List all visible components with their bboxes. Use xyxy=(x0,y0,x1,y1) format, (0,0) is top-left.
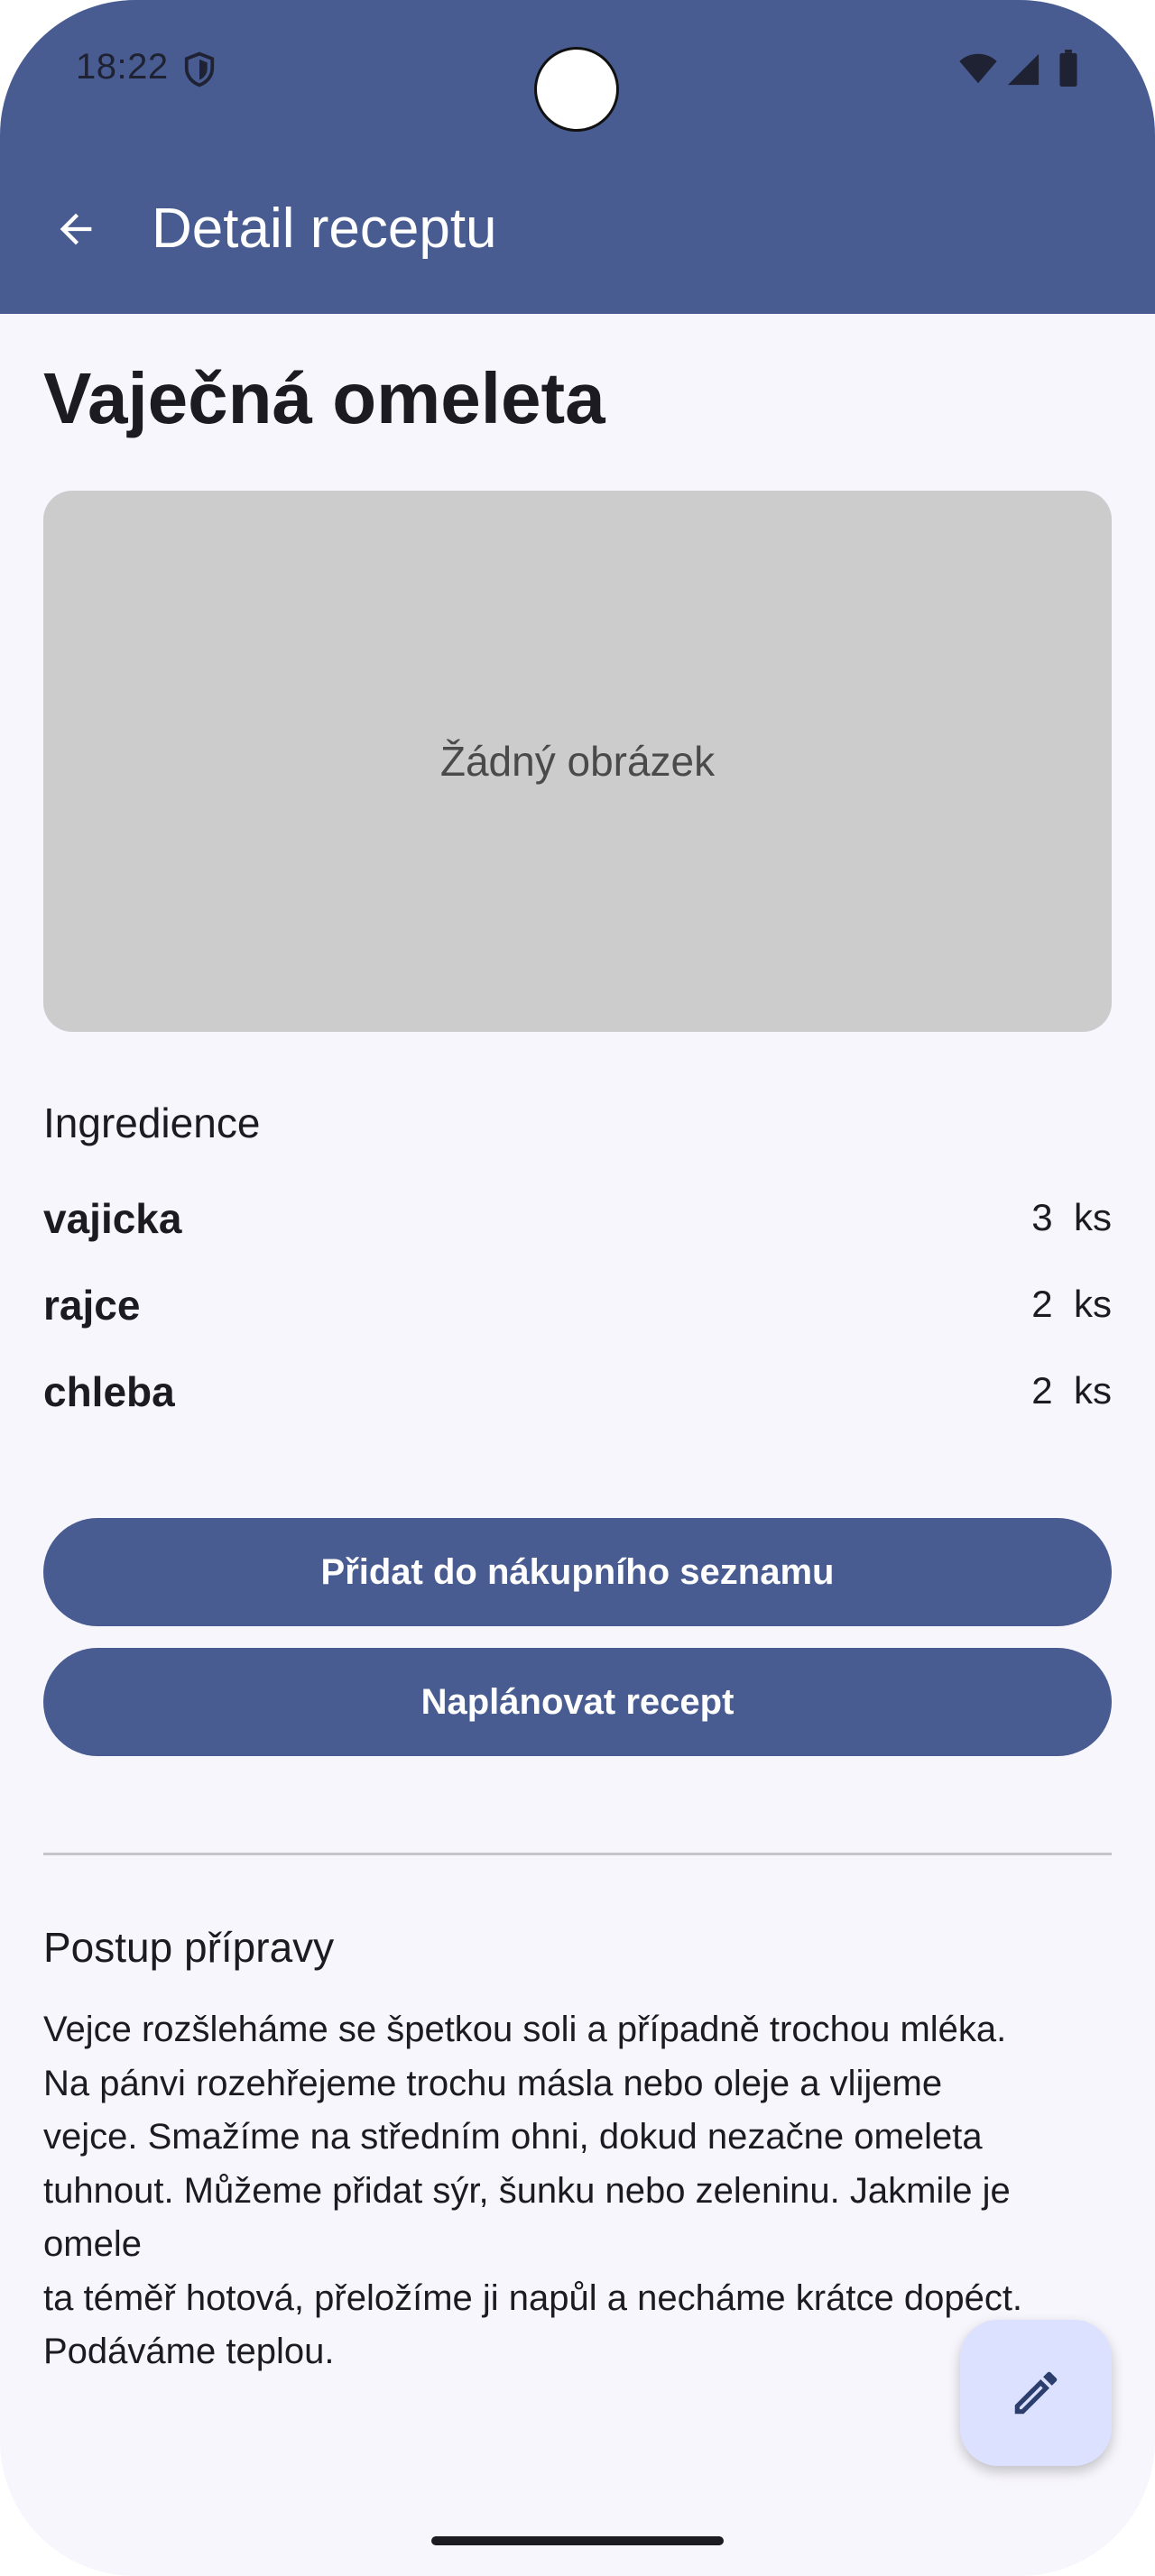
back-button[interactable] xyxy=(36,189,116,269)
status-bar: 18:22 xyxy=(0,0,1155,144)
add-to-shopping-list-button[interactable]: Přidat do nákupního seznamu xyxy=(43,1518,1112,1626)
gesture-nav-bar[interactable] xyxy=(431,2536,724,2545)
ingredient-amount: 3 xyxy=(1031,1196,1053,1238)
ingredient-row: vajicka 3 ks xyxy=(43,1194,1112,1257)
ingredient-row: chleba 2 ks xyxy=(43,1367,1112,1431)
top-app-bar: Detail receptu xyxy=(0,144,1155,314)
ingredient-quantity: 3 ks xyxy=(1031,1196,1112,1239)
recipe-title: Vaječná omeleta xyxy=(43,358,605,438)
recipe-image-placeholder: Žádný obrázek xyxy=(43,491,1112,1032)
shield-icon xyxy=(184,51,215,87)
phone-screen: 18:22 Detail receptu Vaječná omeleta Žád xyxy=(0,0,1155,2576)
battery-icon xyxy=(1059,50,1077,87)
ingredient-row: rajce 2 ks xyxy=(43,1281,1112,1344)
ingredient-amount: 2 xyxy=(1031,1369,1053,1412)
ingredients-heading: Ingredience xyxy=(43,1099,261,1146)
ingredient-amount: 2 xyxy=(1031,1283,1053,1325)
wifi-icon xyxy=(959,53,997,84)
preparation-steps-text: Vejce rozšleháme se špetkou soli a přípa… xyxy=(43,2010,1023,2371)
edit-recipe-fab[interactable] xyxy=(960,2320,1112,2466)
no-image-label: Žádný obrázek xyxy=(439,738,716,785)
edit-pencil-icon xyxy=(1014,2371,1058,2415)
front-camera xyxy=(534,47,619,132)
ingredient-name: rajce xyxy=(43,1282,141,1329)
preparation-heading: Postup přípravy xyxy=(43,1924,335,1971)
ingredient-unit: ks xyxy=(1074,1369,1112,1412)
ingredient-unit: ks xyxy=(1074,1196,1112,1238)
ingredient-quantity: 2 ks xyxy=(1031,1369,1112,1412)
screen-title: Detail receptu xyxy=(152,198,497,260)
schedule-recipe-button[interactable]: Naplánovat recept xyxy=(43,1648,1112,1756)
ingredient-name: vajicka xyxy=(43,1195,182,1242)
arrow-back-icon xyxy=(60,213,92,245)
ingredient-name: chleba xyxy=(43,1368,175,1415)
section-divider xyxy=(43,1853,1112,1855)
ingredient-quantity: 2 ks xyxy=(1031,1283,1112,1326)
status-time: 18:22 xyxy=(76,47,169,87)
cellular-signal-icon xyxy=(1007,53,1040,86)
ingredient-unit: ks xyxy=(1074,1283,1112,1325)
